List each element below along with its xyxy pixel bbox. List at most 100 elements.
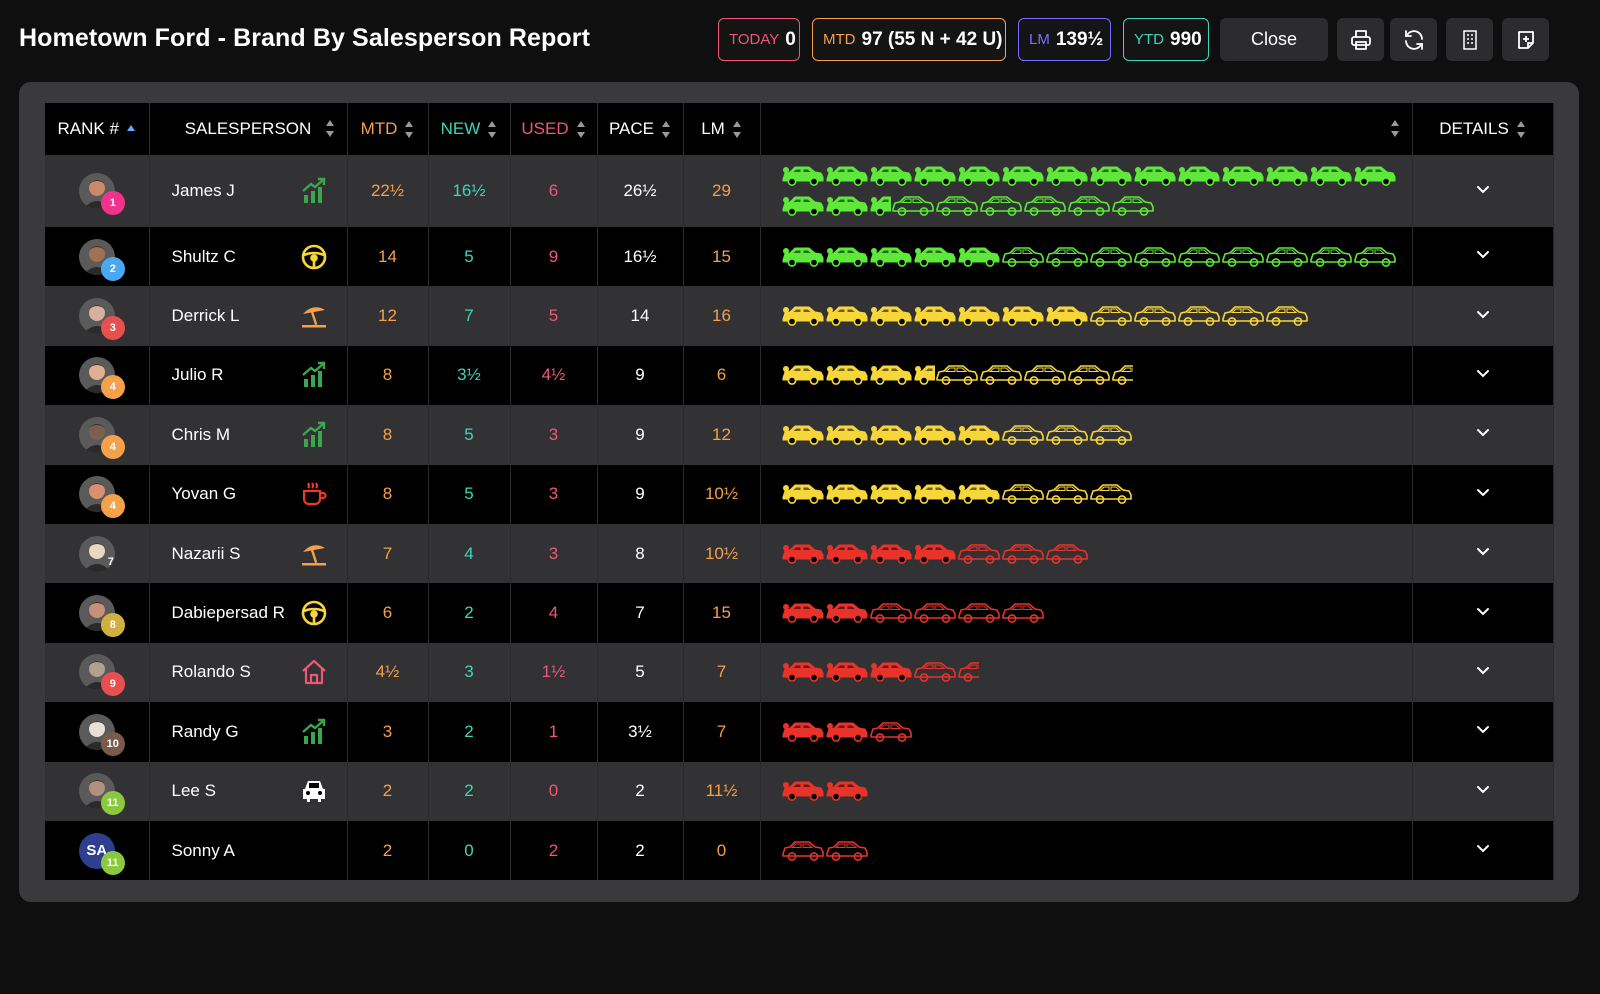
- col-mtd[interactable]: MTD: [347, 103, 429, 155]
- car-icon: [826, 662, 867, 683]
- table-row[interactable]: 4 Yovan G 8 5 3 9 10½: [45, 464, 1554, 524]
- car-icon: [958, 425, 999, 445]
- chevron-down-icon[interactable]: [1474, 542, 1492, 560]
- details-cell[interactable]: [1412, 642, 1554, 703]
- chevron-down-icon[interactable]: [1474, 305, 1492, 323]
- mtd-cell: 22½: [347, 155, 429, 227]
- used-cell: 5: [510, 286, 598, 346]
- car-icon: [870, 306, 911, 326]
- table-row[interactable]: 3 Derrick L 12 7 5 14 16: [45, 286, 1554, 346]
- units-visual-cell: [760, 523, 1413, 584]
- car-icon: [1178, 166, 1219, 186]
- car-icon: [1002, 166, 1043, 186]
- chevron-down-icon[interactable]: [1474, 602, 1492, 620]
- details-cell[interactable]: [1412, 345, 1554, 406]
- car-icon: [782, 306, 823, 326]
- refresh-button[interactable]: [1390, 18, 1437, 61]
- chevron-down-icon[interactable]: [1474, 423, 1492, 441]
- report-button[interactable]: [1446, 18, 1493, 61]
- table-row[interactable]: 7 Nazarii S 7 4 3 8 10½: [45, 523, 1554, 584]
- mtd-label: MTD: [823, 31, 856, 48]
- details-cell[interactable]: [1412, 155, 1554, 227]
- col-used[interactable]: USED: [510, 103, 598, 155]
- table-row[interactable]: 11 Lee S 2 2 0 2 11½: [45, 761, 1554, 821]
- units-visual-cell: [760, 464, 1413, 524]
- col-details[interactable]: DETAILS: [1412, 103, 1554, 155]
- add-note-button[interactable]: [1502, 18, 1549, 61]
- mtd-cell: 4½: [347, 642, 429, 703]
- details-cell[interactable]: [1412, 405, 1554, 465]
- salesperson-cell: Rolando S: [149, 642, 348, 703]
- car-icon: [870, 365, 911, 386]
- car-icon: [869, 603, 912, 623]
- car-icon: [782, 603, 823, 623]
- print-button[interactable]: [1337, 18, 1384, 61]
- salesperson-name: Shultz C: [171, 246, 236, 266]
- avatar: 3: [78, 298, 125, 341]
- units-visual-cell: [760, 702, 1413, 762]
- car-icon: [914, 484, 955, 505]
- car-icon: [1354, 166, 1395, 186]
- chevron-down-icon[interactable]: [1474, 780, 1492, 798]
- col-lm[interactable]: LM: [683, 103, 761, 155]
- table-row[interactable]: 2 Shultz C 14 5 9 16½ 15: [45, 227, 1554, 287]
- new-cell: 5: [428, 405, 511, 465]
- refresh-icon: [1404, 29, 1423, 50]
- mtd-cell: 7: [347, 523, 429, 584]
- close-button[interactable]: Close: [1220, 18, 1328, 61]
- avatar: SA 11: [78, 832, 125, 875]
- table-row[interactable]: 1 James J 22½ 16½ 6 26½ 29: [45, 155, 1554, 227]
- col-units-visual[interactable]: [760, 103, 1413, 155]
- pace-cell: 14: [597, 286, 684, 346]
- rank-badge: 1: [100, 191, 125, 215]
- table-row[interactable]: 4 Chris M 8 5 3 9 12: [45, 405, 1554, 465]
- chevron-down-icon[interactable]: [1474, 364, 1492, 382]
- lm-cell: 15: [683, 583, 761, 643]
- table-row[interactable]: 8 Dabiepersad R 6 2 4 7 15: [45, 583, 1554, 643]
- chevron-down-icon[interactable]: [1474, 245, 1492, 263]
- car-icon: [870, 662, 911, 683]
- chevron-down-icon[interactable]: [1474, 839, 1492, 857]
- new-cell: 4: [428, 523, 511, 584]
- car-icon: [1067, 365, 1110, 386]
- pace-cell: 9: [597, 345, 684, 406]
- table-row[interactable]: SA 11 Sonny A20220: [45, 820, 1554, 881]
- col-salesperson[interactable]: SALESPERSON: [149, 103, 348, 155]
- lm-cell: 29: [683, 155, 761, 227]
- today-badge: TODAY 0: [718, 18, 800, 61]
- car-icons: [781, 422, 1411, 448]
- chevron-down-icon[interactable]: [1474, 180, 1492, 198]
- table-row[interactable]: 10 Randy G 3 2 1 3½ 7: [45, 702, 1554, 762]
- chevron-down-icon[interactable]: [1474, 661, 1492, 679]
- table-row[interactable]: 9 Rolando S 4½ 3 1½ 5 7: [45, 642, 1554, 703]
- chevron-down-icon[interactable]: [1474, 483, 1492, 501]
- details-cell[interactable]: [1412, 820, 1554, 881]
- pace-cell: 5: [597, 642, 684, 703]
- details-cell[interactable]: [1412, 227, 1554, 287]
- car-icon: [914, 247, 955, 267]
- car-icon: [1221, 306, 1264, 326]
- car-icon: [870, 196, 891, 216]
- avatar: 4: [78, 357, 125, 400]
- col-rank[interactable]: RANK #: [45, 103, 150, 155]
- car-icon: [1133, 246, 1176, 267]
- car-icons: [781, 600, 1411, 626]
- details-cell[interactable]: [1412, 464, 1554, 524]
- col-new[interactable]: NEW: [428, 103, 511, 155]
- table-row[interactable]: 4 Julio R 8 3½ 4½ 9 6: [45, 345, 1554, 406]
- details-cell[interactable]: [1412, 761, 1554, 821]
- avatar: 7: [78, 535, 115, 572]
- details-cell[interactable]: [1412, 523, 1554, 584]
- car-icon: [1046, 166, 1087, 186]
- units-visual-cell: [760, 286, 1413, 346]
- chevron-down-icon[interactable]: [1474, 720, 1492, 738]
- sort-icon: [488, 121, 497, 139]
- col-pace[interactable]: PACE: [597, 103, 684, 155]
- details-cell[interactable]: [1412, 702, 1554, 762]
- coffee-cup-icon: [299, 479, 329, 509]
- details-cell[interactable]: [1412, 583, 1554, 643]
- details-cell[interactable]: [1412, 286, 1554, 346]
- car-icon: [1310, 166, 1351, 186]
- used-cell: 2: [510, 820, 598, 881]
- salesperson-cell: Nazarii S: [149, 523, 348, 584]
